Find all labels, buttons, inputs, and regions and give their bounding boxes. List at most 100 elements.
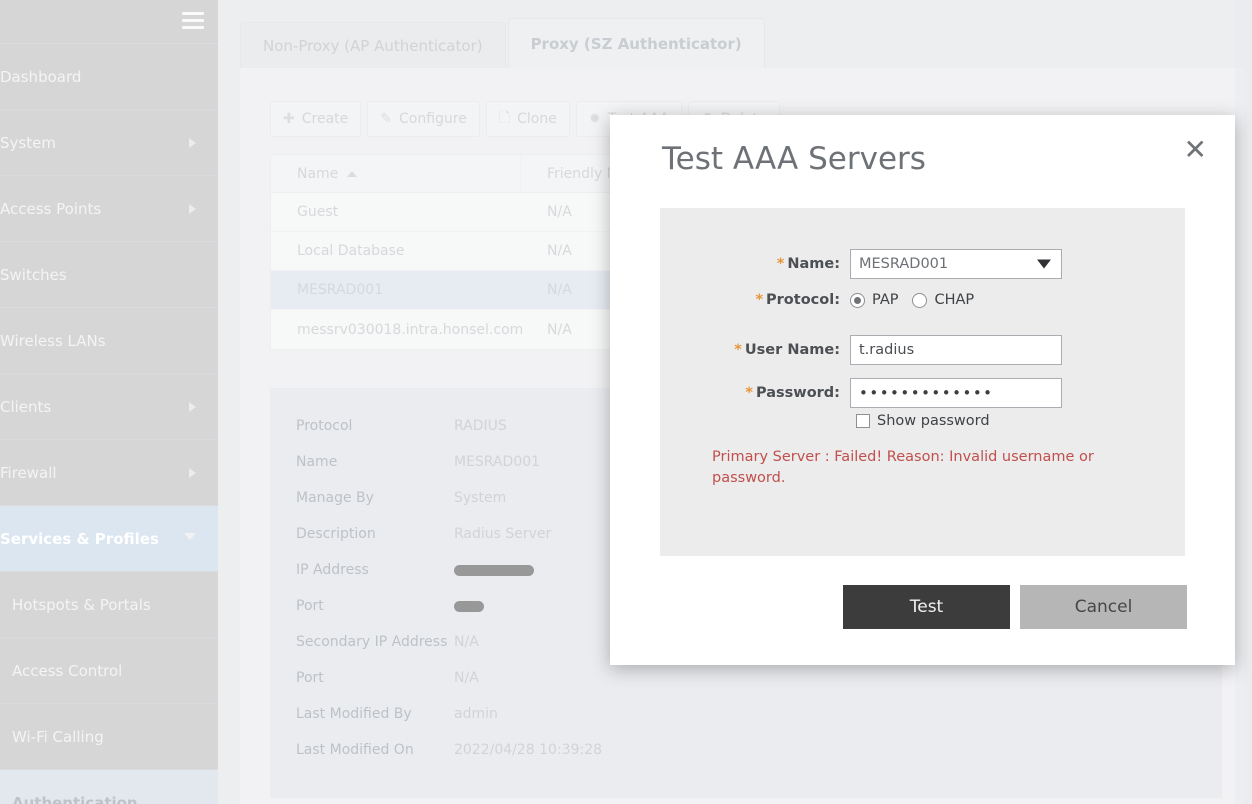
tab-proxy[interactable]: Proxy (SZ Authenticator) <box>507 18 765 68</box>
app-root: Dashboard System Access Points Switches … <box>0 0 1252 804</box>
dialog-form: * Name: MESRAD001 * Protocol: PAP CHAP *… <box>660 208 1185 556</box>
sidebar-item-label: Wi-Fi Calling <box>12 727 104 746</box>
detail-value: N/A <box>454 634 479 650</box>
required-marker: * <box>776 256 785 272</box>
sidebar-item-label: Access Control <box>12 661 123 680</box>
wand-icon: ✹ <box>588 111 601 127</box>
sidebar-item-hotspots-and-portals[interactable]: Hotspots & Portals <box>0 572 218 638</box>
sidebar-item-label: Wireless LANs <box>0 331 106 350</box>
detail-value <box>454 598 484 614</box>
tab-label: Proxy (SZ Authenticator) <box>530 34 742 53</box>
detail-value: System <box>454 490 507 506</box>
sidebar-item-label: System <box>0 133 56 152</box>
name-select-value: MESRAD001 <box>859 256 949 272</box>
sidebar-item-system[interactable]: System <box>0 110 218 176</box>
detail-value: MESRAD001 <box>454 454 541 470</box>
field-row-username: * User Name: t.radius <box>660 335 1062 365</box>
field-row-name: * Name: MESRAD001 <box>660 249 1062 279</box>
detail-label: Port <box>296 598 324 614</box>
redaction-bar <box>454 600 484 612</box>
test-button-label: Test <box>909 597 944 617</box>
detail-label: Protocol <box>296 418 353 434</box>
hamburger-icon[interactable] <box>182 12 204 29</box>
username-field-label: * User Name: <box>734 342 840 358</box>
sidebar-item-label: Hotspots & Portals <box>12 595 151 614</box>
sidebar-item-label: Switches <box>0 265 67 284</box>
cell-name: MESRAD001 <box>297 282 384 298</box>
test-button[interactable]: Test <box>843 585 1010 629</box>
show-password-row[interactable]: Show password <box>856 413 990 429</box>
radio-chap[interactable]: CHAP <box>912 292 974 308</box>
sidebar-item-dashboard[interactable]: Dashboard <box>0 44 218 110</box>
copy-icon: 🗋 <box>498 110 511 126</box>
username-input[interactable]: t.radius <box>850 335 1062 365</box>
detail-row-last-modified-by: Last Modified By admin <box>296 696 1222 732</box>
detail-value <box>454 562 534 578</box>
error-message: Primary Server : Failed! Reason: Invalid… <box>712 449 1094 486</box>
sidebar-item-label: Firewall <box>0 463 57 482</box>
detail-value: N/A <box>454 670 479 686</box>
password-input[interactable]: ••••••••••••• <box>850 378 1062 408</box>
column-header-name[interactable]: Name <box>271 155 521 192</box>
vertical-scrollbar[interactable] <box>1235 0 1252 804</box>
required-marker: * <box>745 385 754 401</box>
sidebar-item-clients[interactable]: Clients <box>0 374 218 440</box>
detail-row-last-modified-on: Last Modified On 2022/04/28 10:39:28 <box>296 732 1222 768</box>
radio-pap-label: PAP <box>872 292 899 308</box>
sidebar-header <box>0 0 218 44</box>
chevron-down-icon <box>1037 259 1051 269</box>
protocol-field-label: * Protocol: <box>755 292 840 308</box>
chevron-right-icon <box>189 401 196 412</box>
checkbox-icon[interactable] <box>856 414 870 428</box>
username-input-value: t.radius <box>859 342 915 358</box>
detail-label: Name <box>296 454 338 470</box>
sidebar-item-access-points[interactable]: Access Points <box>0 176 218 242</box>
sidebar-item-authentication[interactable]: Authentication <box>0 770 218 804</box>
cell-name: Guest <box>297 204 339 220</box>
sidebar-item-wireless-lans[interactable]: Wireless LANs <box>0 308 218 374</box>
clone-button-label: Clone <box>517 111 557 127</box>
radio-unselected-icon <box>912 292 928 308</box>
detail-value: 2022/04/28 10:39:28 <box>454 742 603 758</box>
plus-icon: ✚ <box>283 111 295 127</box>
detail-row-secondary-port: Port N/A <box>296 660 1222 696</box>
radio-chap-label: CHAP <box>934 292 975 308</box>
password-field-label: * Password: <box>745 385 840 401</box>
detail-value: admin <box>454 706 498 722</box>
close-icon[interactable]: ✕ <box>1184 136 1207 164</box>
detail-value: Radius Server <box>454 526 552 542</box>
required-marker: * <box>755 292 764 308</box>
chevron-down-icon <box>184 532 196 545</box>
cancel-button[interactable]: Cancel <box>1020 585 1187 629</box>
chevron-right-icon <box>189 203 196 214</box>
detail-label: Last Modified By <box>296 706 412 722</box>
configure-button[interactable]: ✎ Configure <box>367 101 480 137</box>
field-row-protocol: * Protocol: PAP CHAP <box>660 292 974 308</box>
create-button-label: Create <box>301 111 349 127</box>
configure-button-label: Configure <box>399 111 467 127</box>
cell-name: Local Database <box>297 243 405 259</box>
dialog-title: Test AAA Servers <box>662 141 926 177</box>
show-password-label: Show password <box>877 413 990 429</box>
test-aaa-servers-dialog: Test AAA Servers ✕ * Name: MESRAD001 * Pro… <box>610 115 1235 665</box>
sidebar-item-firewall[interactable]: Firewall <box>0 440 218 506</box>
sidebar-item-switches[interactable]: Switches <box>0 242 218 308</box>
chevron-right-icon <box>189 137 196 148</box>
detail-label: Port <box>296 670 324 686</box>
sidebar: Dashboard System Access Points Switches … <box>0 0 218 804</box>
detail-value: RADIUS <box>454 418 507 434</box>
tab-non-proxy[interactable]: Non-Proxy (AP Authenticator) <box>240 22 506 68</box>
sidebar-item-access-control[interactable]: Access Control <box>0 638 218 704</box>
clone-button[interactable]: 🗋 Clone <box>485 101 570 137</box>
pencil-icon: ✎ <box>380 111 392 127</box>
detail-label: Secondary IP Address <box>296 634 448 650</box>
name-select[interactable]: MESRAD001 <box>850 249 1062 279</box>
tab-label: Non-Proxy (AP Authenticator) <box>263 36 483 55</box>
required-marker: * <box>734 342 742 358</box>
sidebar-item-services-and-profiles[interactable]: Services & Profiles <box>0 506 218 572</box>
cell-name: messrv030018.intra.honsel.com <box>297 321 524 338</box>
radio-pap[interactable]: PAP <box>850 292 898 308</box>
sidebar-item-wifi-calling[interactable]: Wi-Fi Calling <box>0 704 218 770</box>
create-button[interactable]: ✚ Create <box>270 101 362 137</box>
column-header-label: Name <box>297 165 339 182</box>
